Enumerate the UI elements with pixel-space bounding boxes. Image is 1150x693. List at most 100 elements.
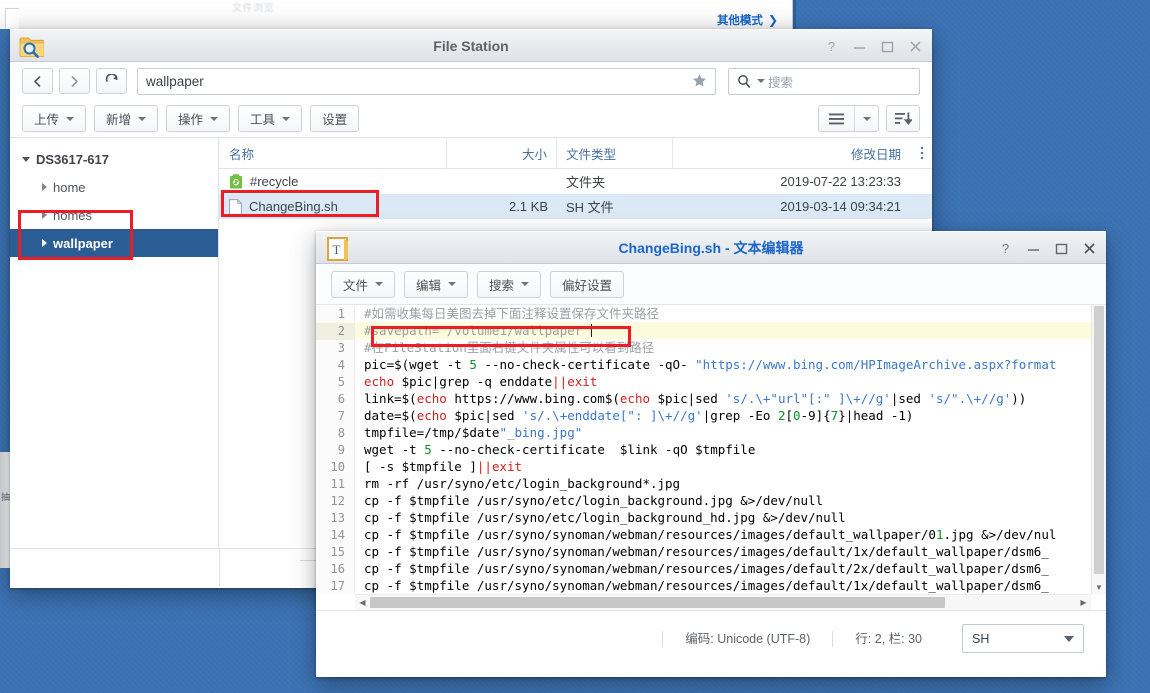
line-number: 6	[316, 391, 355, 408]
scroll-right-arrow-icon[interactable]: ▶	[1076, 598, 1091, 607]
view-mode-split-button[interactable]	[818, 105, 879, 132]
file-name-cell: ChangeBing.sh	[219, 194, 447, 219]
search-menu-button[interactable]: 搜索	[477, 271, 541, 298]
file-menu-label: 文件	[343, 275, 368, 294]
star-icon[interactable]	[692, 73, 707, 92]
editor-horizontal-scrollbar[interactable]: ◀ ▶	[355, 594, 1091, 610]
tree-item-label: wallpaper	[53, 236, 113, 251]
preferences-button[interactable]: 偏好设置	[550, 271, 624, 298]
text-editor-window: T ChangeBing.sh - 文本编辑器 ? 文件 编辑	[316, 231, 1106, 677]
column-header-date[interactable]: 修改日期	[673, 138, 911, 169]
code-line[interactable]: 2#savepath="/volume1/wallpaper"	[316, 322, 1091, 339]
tree-item-wallpaper[interactable]: wallpaper	[10, 229, 218, 257]
create-button[interactable]: 新增	[94, 105, 158, 132]
editor-text-area[interactable]: 1#如需收集每日美图去掉下面注释设置保存文件夹路径2#savepath="/vo…	[316, 305, 1106, 610]
code-line[interactable]: 12cp -f $tmpfile /usr/syno/etc/login_bac…	[316, 492, 1091, 509]
tree-item-label: home	[53, 180, 86, 195]
column-header-size[interactable]: 大小	[447, 138, 557, 169]
file-station-titlebar[interactable]: File Station ?	[10, 29, 932, 62]
cursor-position-status: 行: 2, 栏: 30	[832, 631, 944, 647]
close-icon[interactable]	[1082, 241, 1097, 256]
svg-text:?: ?	[1002, 241, 1009, 256]
search-input[interactable]: 搜索	[728, 68, 920, 95]
vscroll-thumb[interactable]	[1094, 306, 1104, 574]
code-line[interactable]: 8tmpfile=/tmp/$date"_bing.jpg"	[316, 424, 1091, 441]
tree-item-home[interactable]: home	[10, 173, 218, 201]
editor-titlebar[interactable]: T ChangeBing.sh - 文本编辑器 ?	[316, 231, 1106, 264]
maximize-icon[interactable]	[1054, 241, 1069, 256]
tools-label: 工具	[250, 109, 275, 128]
search-menu-label: 搜索	[489, 275, 514, 294]
scroll-down-arrow-icon[interactable]: ▼	[1092, 580, 1106, 594]
help-icon[interactable]: ?	[998, 241, 1013, 256]
background-page-right-strip	[793, 0, 796, 29]
file-station-window-controls[interactable]: ?	[824, 30, 923, 63]
code-line[interactable]: 6link=$(echo https://www.bing.com$(echo …	[316, 390, 1091, 407]
path-input[interactable]: wallpaper	[137, 68, 716, 95]
tree-item-homes[interactable]: homes	[10, 201, 218, 229]
settings-label: 设置	[322, 109, 347, 128]
line-number: 12	[316, 493, 355, 510]
file-menu-button[interactable]: 文件	[331, 271, 395, 298]
column-header-type[interactable]: 文件类型	[557, 138, 673, 169]
recycle-bin-icon	[229, 174, 243, 189]
tools-button[interactable]: 工具	[238, 105, 302, 132]
column-header-name[interactable]: 名称	[219, 138, 447, 169]
code-line[interactable]: 3#在FileStation里面右键文件夹属性可以看到路径	[316, 339, 1091, 356]
search-icon	[737, 74, 754, 89]
upload-button[interactable]: 上传	[22, 105, 86, 132]
editor-code[interactable]: 1#如需收集每日美图去掉下面注释设置保存文件夹路径2#savepath="/vo…	[316, 305, 1091, 594]
scroll-left-arrow-icon[interactable]: ◀	[355, 598, 370, 607]
code-line[interactable]: 10[ -s $tmpfile ]||exit	[316, 458, 1091, 475]
chevron-right-icon[interactable]	[42, 239, 47, 247]
tree-item-ds3617-617[interactable]: DS3617-617	[10, 145, 218, 173]
file-size-cell	[447, 169, 557, 194]
search-dropdown-caret[interactable]	[757, 79, 765, 83]
chevron-right-icon[interactable]	[42, 183, 47, 191]
code-line[interactable]: 5echo $pic|grep -q enddate||exit	[316, 373, 1091, 390]
settings-button[interactable]: 设置	[310, 105, 359, 132]
edit-menu-button[interactable]: 编辑	[404, 271, 468, 298]
other-mode-link[interactable]: 其他模式❯	[717, 12, 778, 28]
code-line[interactable]: 17cp -f $tmpfile /usr/syno/synoman/webma…	[316, 577, 1091, 594]
close-icon[interactable]	[908, 39, 923, 54]
code-line[interactable]: 11rm -rf /usr/syno/etc/login_background*…	[316, 475, 1091, 492]
editor-vertical-scrollbar[interactable]: ▼	[1091, 305, 1106, 594]
sort-button[interactable]	[886, 105, 920, 132]
table-row[interactable]: ChangeBing.sh 2.1 KB SH 文件 2019-03-14 09…	[219, 194, 932, 219]
file-list-header: 名称 大小 文件类型 修改日期	[219, 138, 932, 169]
code-line[interactable]: 7date=$(echo $pic|sed 's/.\+enddate[": ]…	[316, 407, 1091, 424]
hscroll-thumb[interactable]	[370, 597, 945, 608]
other-mode-label: 其他模式	[717, 15, 763, 27]
text-cursor	[591, 324, 592, 337]
code-line[interactable]: 13cp -f $tmpfile /usr/syno/etc/login_bac…	[316, 509, 1091, 526]
minimize-icon[interactable]	[1026, 241, 1041, 256]
code-line[interactable]: 16cp -f $tmpfile /usr/syno/synoman/webma…	[316, 560, 1091, 577]
code-line[interactable]: 9wget -t 5 --no-check-certificate $link …	[316, 441, 1091, 458]
chevron-down-icon[interactable]	[22, 157, 30, 162]
syntax-select[interactable]: SH	[962, 624, 1084, 653]
kebab-menu-icon[interactable]	[911, 138, 932, 169]
chevron-right-icon[interactable]	[42, 211, 47, 219]
table-row[interactable]: #recycle 文件夹 2019-07-22 13:23:33	[219, 169, 932, 194]
line-number: 11	[316, 476, 355, 493]
code-line[interactable]: 15cp -f $tmpfile /usr/syno/synoman/webma…	[316, 543, 1091, 560]
code-line[interactable]: 1#如需收集每日美图去掉下面注释设置保存文件夹路径	[316, 305, 1091, 322]
hscroll-track[interactable]	[370, 597, 1076, 608]
view-mode-caret[interactable]	[855, 106, 878, 131]
editor-window-controls[interactable]: ?	[998, 232, 1097, 265]
action-button[interactable]: 操作	[166, 105, 230, 132]
refresh-button[interactable]	[96, 68, 127, 94]
maximize-icon[interactable]	[880, 39, 895, 54]
code-line[interactable]: 4pic=$(wget -t 5 --no-check-certificate …	[316, 356, 1091, 373]
code-line[interactable]: 14cp -f $tmpfile /usr/syno/synoman/webma…	[316, 526, 1091, 543]
forward-button[interactable]	[59, 68, 90, 94]
back-button[interactable]	[22, 68, 53, 94]
file-station-toolbar: 上传 新增 操作 工具 设置	[10, 100, 932, 138]
action-label: 操作	[178, 109, 203, 128]
search-placeholder: 搜索	[768, 72, 793, 91]
minimize-icon[interactable]	[852, 39, 867, 54]
list-view-icon[interactable]	[819, 106, 855, 131]
chevron-down-icon	[521, 282, 529, 286]
help-icon[interactable]: ?	[824, 39, 839, 54]
